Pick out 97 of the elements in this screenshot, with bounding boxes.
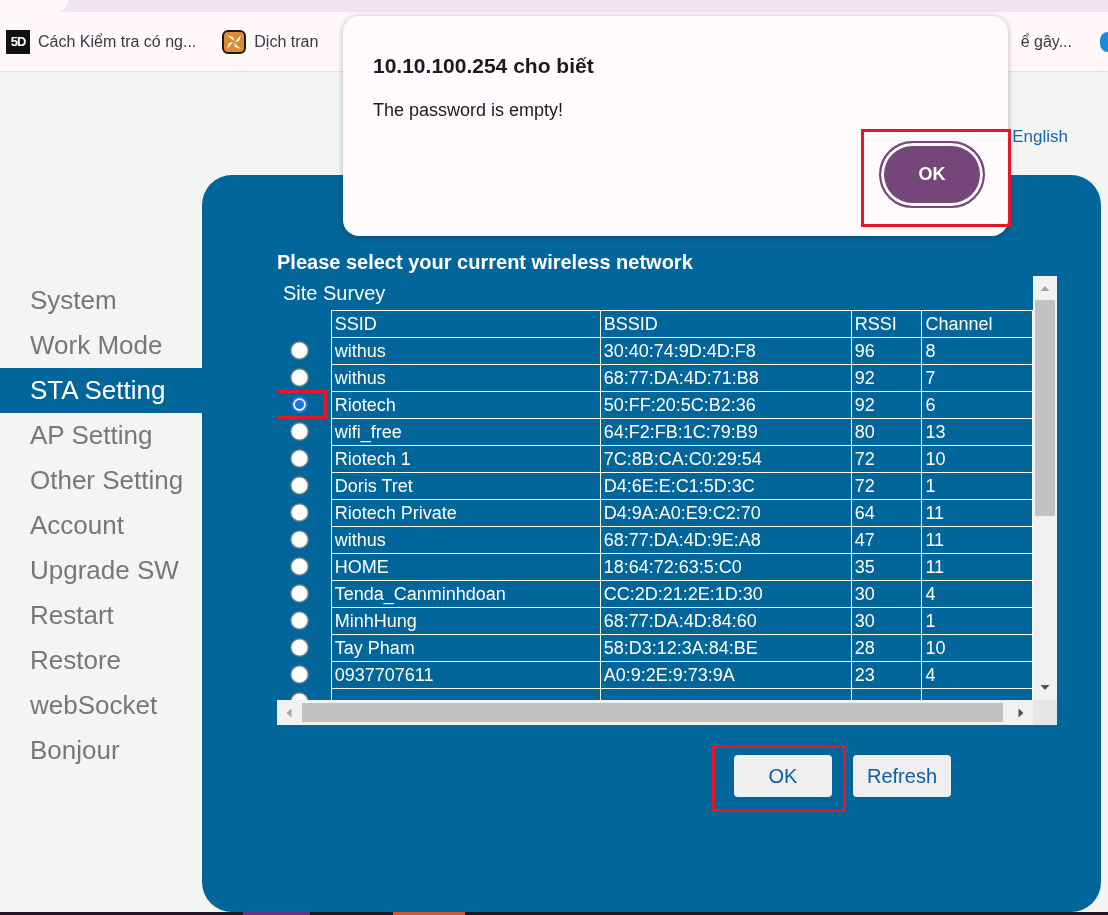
section-heading: Please select your current wireless network	[277, 250, 694, 274]
radio-button[interactable]	[290, 530, 309, 549]
table-cell: 68:77:DA:4D:71:B8	[600, 364, 852, 392]
table-cell: 13	[921, 418, 1033, 446]
table-title: Site Survey	[282, 281, 387, 306]
menu-item[interactable]: Restart	[0, 593, 202, 638]
ok-button[interactable]: OK	[879, 141, 985, 208]
radio-button[interactable]	[290, 476, 309, 495]
table-cell: Tenda_Canminhdoan	[331, 580, 601, 608]
menu-item[interactable]: Work Mode	[0, 323, 202, 368]
table-cell: CC:2D:21:2E:1D:30	[600, 580, 852, 608]
table-cell: 30	[851, 607, 922, 635]
radio-button[interactable]	[290, 665, 309, 684]
table-cell: Riotech 1	[331, 445, 601, 473]
table-cell: 30:40:74:9D:4D:F8	[600, 337, 852, 365]
table-cell: D4:6E:E:C1:5D:3C	[600, 472, 852, 500]
table-cell: 1	[921, 472, 1033, 500]
scrollbar-corner	[1033, 700, 1057, 725]
menu-item[interactable]: Restore	[0, 638, 202, 683]
radio-button[interactable]	[290, 395, 309, 414]
table-cell: 4	[921, 580, 1033, 608]
language-link[interactable]: English	[1012, 127, 1068, 147]
table-cell: 64:F2:FB:1C:79:B9	[600, 418, 852, 446]
radio-button[interactable]	[290, 368, 309, 387]
table-cell: 18:64:72:63:5:C0	[600, 553, 852, 581]
column-header: Channel	[921, 310, 1033, 338]
radio-button[interactable]	[290, 557, 309, 576]
menu-item[interactable]: webSocket	[0, 683, 202, 728]
table-cell: 68:77:DA:4D:9E:A8	[600, 526, 852, 554]
table-cell: 7	[921, 364, 1033, 392]
dialog-message: The password is empty!	[373, 99, 565, 121]
column-header: SSID	[331, 310, 601, 338]
table-cell: 11	[921, 526, 1033, 554]
table-cell: MinhHung	[331, 607, 601, 635]
menu-item[interactable]: STA Setting	[0, 368, 202, 413]
table-cell: 68:77:DA:4D:84:60	[600, 607, 852, 635]
table-cell: 4	[921, 661, 1033, 689]
table-cell: 35	[851, 553, 922, 581]
table-cell: withus	[331, 526, 601, 554]
table-cell: A0:9:2E:9:73:9A	[600, 661, 852, 689]
scrollbar-thumb[interactable]	[1035, 300, 1055, 516]
menu-item[interactable]: System	[0, 278, 202, 323]
table-cell: 58:D3:12:3A:84:BE	[600, 634, 852, 662]
menu-item[interactable]: Account	[0, 503, 202, 548]
table-cell: 23	[851, 661, 922, 689]
bookmark[interactable]: ể gây...	[1020, 32, 1072, 51]
table-cell: withus	[331, 364, 601, 392]
dialog-button[interactable]: OK	[734, 755, 832, 797]
table-cell: Tay Pham	[331, 634, 601, 662]
bookmark[interactable]: 5D Cách Kiểm tra có ng...	[6, 29, 197, 54]
table-cell: 7C:8B:CA:C0:29:54	[600, 445, 852, 473]
site-logo: 5D	[6, 29, 30, 54]
table-cell: D4:9A:A0:E9:C2:70	[600, 499, 852, 527]
table-cell: 0937707611	[331, 661, 601, 689]
column-header: RSSI	[851, 310, 922, 338]
table-cell: Doris Tret	[331, 472, 601, 500]
radio-button[interactable]	[290, 611, 309, 630]
table-cell: 92	[851, 364, 922, 392]
menu-item[interactable]: Other Setting	[0, 458, 202, 503]
dialog-button[interactable]: Refresh	[853, 755, 951, 797]
table-cell: 10	[921, 634, 1033, 662]
radio-button[interactable]	[290, 449, 309, 468]
table-cell: wifi_free	[331, 418, 601, 446]
table-cell: 8	[921, 337, 1033, 365]
table-cell: withus	[331, 337, 601, 365]
table-cell: 80	[851, 418, 922, 446]
menu-item[interactable]: Upgrade SW	[0, 548, 202, 593]
bookmark[interactable]: Dịch tran	[222, 29, 319, 54]
dialog-title: 10.10.100.254 cho biết	[373, 53, 595, 79]
bookmark-icon[interactable]	[1100, 31, 1108, 52]
radio-button[interactable]	[290, 422, 309, 441]
table-cell: 1	[921, 607, 1033, 635]
table-cell: 28	[851, 634, 922, 662]
radio-button[interactable]	[290, 638, 309, 657]
scrollbar-thumb[interactable]	[302, 703, 1003, 722]
table-cell: 64	[851, 499, 922, 527]
table-cell: 11	[921, 499, 1033, 527]
table-cell: 30	[851, 580, 922, 608]
radio-button[interactable]	[290, 503, 309, 522]
table-cell: 72	[851, 445, 922, 473]
table-cell: 47	[851, 526, 922, 554]
table-cell: 11	[921, 553, 1033, 581]
table-cell: 6	[921, 391, 1033, 419]
pinwheel-icon	[222, 29, 247, 54]
menu-item[interactable]: AP Setting	[0, 413, 202, 458]
column-header: BSSID	[600, 310, 852, 338]
table-cell: HOME	[331, 553, 601, 581]
table-cell: 72	[851, 472, 922, 500]
table-cell: 96	[851, 337, 922, 365]
table-cell: 10	[921, 445, 1033, 473]
table-cell: Riotech Private	[331, 499, 601, 527]
table-cell: Riotech	[331, 391, 601, 419]
table-cell: 92	[851, 391, 922, 419]
radio-button[interactable]	[290, 584, 309, 603]
radio-button[interactable]	[290, 341, 309, 360]
table-cell: 50:FF:20:5C:B2:36	[600, 391, 852, 419]
menu-item[interactable]: Bonjour	[0, 728, 202, 773]
